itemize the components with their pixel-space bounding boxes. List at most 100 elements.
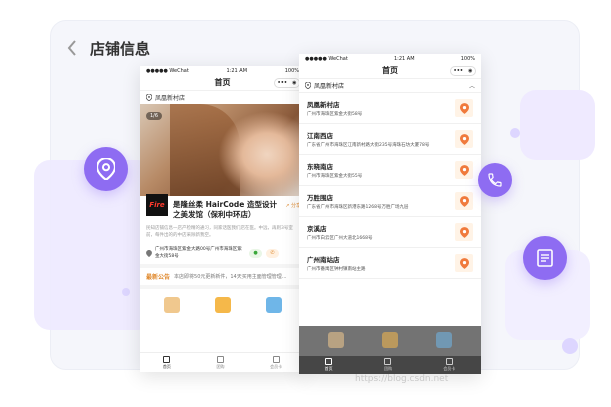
nav-bar: 首页 ••• ◉	[299, 63, 481, 79]
logo-text: Fire	[149, 201, 165, 209]
feature-icon-menu	[328, 332, 344, 348]
store-list: 凤凰新村店广州市海珠区紫金大街58号 江南西店广东省广州市海珠区江南新村路大街23…	[299, 93, 481, 279]
location-pin-icon	[146, 94, 152, 101]
store-info: 京溪店广州市白云区广州大道北1668号	[307, 223, 455, 242]
chevron-up-icon[interactable]: ︿	[469, 81, 475, 90]
shop-logo: Fire	[146, 194, 168, 216]
location-pin-icon	[97, 158, 115, 180]
store-map-button[interactable]	[455, 130, 473, 148]
store-map-button[interactable]	[455, 99, 473, 117]
location-pin-icon	[305, 82, 311, 89]
store-info: 广州南站店广州市番禺区钟村镇南站主路	[307, 254, 455, 273]
tab-groupbuy[interactable]: 团购	[216, 355, 224, 370]
store-address: 广州市白云区广州大道北1668号	[307, 235, 373, 241]
miniapp-capsule[interactable]: ••• ◉	[450, 66, 476, 76]
phone-icon[interactable]: ✆	[266, 248, 279, 258]
status-bar: ●●●●● WeChat 1:21 AM 100%	[140, 66, 305, 75]
nav-title: 首页	[214, 78, 231, 87]
map-pin-icon	[459, 133, 469, 145]
home-icon	[163, 355, 171, 363]
shop-address: 广州市海珠区紫金大路00号广州市海珠区紫金大街58号	[155, 247, 242, 259]
notice-text: 本店即将50元更新新件，14天买用主面管理管理...	[174, 274, 287, 280]
tab-label: 会员卡	[443, 366, 456, 371]
nav-title: 首页	[382, 66, 398, 75]
battery-text: 100%	[284, 67, 299, 74]
map-pin-icon	[459, 195, 469, 207]
location-name: 凤凰新村店	[155, 95, 186, 102]
store-address: 广东省广州市海珠区江南新村路大街235号海珠石坊大厦78号	[307, 142, 430, 148]
groupbuy-icon	[216, 355, 224, 363]
share-icon: ↗	[285, 203, 290, 209]
store-info: 江南西店广东省广州市海珠区江南新村路大街235号海珠石坊大厦78号	[307, 130, 455, 149]
map-pin-icon	[459, 102, 469, 114]
store-name: 江南西店	[307, 131, 333, 140]
tab-membercard[interactable]: 会员卡	[443, 358, 455, 372]
banner-face	[210, 104, 305, 196]
tab-membercard[interactable]: 会员卡	[270, 355, 282, 370]
tab-bar: 首页 团购 会员卡	[299, 356, 481, 374]
membercard-icon	[445, 358, 453, 365]
feature-icon-card[interactable]	[265, 297, 282, 313]
more-icon[interactable]: •••	[278, 80, 288, 86]
close-circle-icon[interactable]: ◉	[468, 68, 472, 74]
store-name: 凤凰新村店	[307, 100, 340, 109]
location-selector-open[interactable]: 凤凰新村店 ︿	[299, 79, 481, 93]
shop-banner-image[interactable]: 1/6	[140, 104, 305, 196]
phone-shop-detail: ●●●●● WeChat 1:21 AM 100% 首页 ••• ◉ 凤凰新村店…	[140, 66, 305, 372]
store-map-button[interactable]	[455, 223, 473, 241]
miniapp-capsule[interactable]: ••• ◉	[274, 78, 300, 88]
location-selector[interactable]: 凤凰新村店	[140, 91, 305, 104]
tab-home[interactable]: 首页	[162, 355, 171, 370]
phone-feature-badge	[478, 163, 512, 197]
notice-bar[interactable]: 最新公告 本店即将50元更新新件，14天买用主面管理管理...	[140, 264, 305, 285]
store-name: 广州南站店	[307, 255, 340, 264]
decor-dot	[122, 288, 130, 296]
address-pin-icon	[146, 249, 152, 257]
store-list-item[interactable]: 万胜围店 广东省广州市海珠区新港东路1268号万胜广场九层	[299, 186, 481, 217]
nav-bar: 首页 ••• ◉	[140, 75, 305, 91]
banner-pager: 1/6	[146, 112, 163, 120]
groupbuy-icon	[384, 358, 392, 365]
wechat-icon[interactable]: ●	[249, 248, 262, 258]
feature-grid	[140, 285, 305, 317]
map-pin-icon	[459, 257, 469, 269]
store-map-button[interactable]	[455, 192, 473, 210]
tab-label: 首页	[162, 363, 171, 369]
battery-text: 100%	[460, 55, 475, 62]
carrier-text: ●●●●● WeChat	[305, 55, 348, 62]
map-pin-icon	[459, 226, 469, 238]
shop-header: Fire 是隆丝柔 HairCode 造型设计之美发馆（保利中环店） ↗ 分享	[140, 194, 305, 222]
store-map-button[interactable]	[455, 254, 473, 272]
feature-icon-coupon	[382, 332, 398, 348]
close-circle-icon[interactable]: ◉	[292, 80, 296, 86]
decor-dot	[562, 338, 578, 354]
phone-icon	[488, 173, 502, 187]
store-list-item[interactable]: 京溪店广州市白云区广州大道北1668号	[299, 217, 481, 248]
store-list-item[interactable]: 东晓南店 广州市海珠区紫金大街55号	[299, 155, 481, 186]
feature-icon-coupon[interactable]	[214, 297, 231, 313]
feature-icon-menu[interactable]	[163, 297, 180, 313]
tab-home[interactable]: 首页	[325, 358, 333, 372]
store-address: 广东省广州市海珠区新港东路1268号万胜广场九层	[307, 204, 409, 210]
location-feature-badge	[84, 147, 128, 191]
tab-label: 首页	[324, 366, 333, 371]
store-map-button[interactable]	[455, 161, 473, 179]
store-address: 广州市海珠区紫金大街58号	[307, 111, 363, 117]
decor-card-top-right	[520, 90, 595, 160]
store-name: 京溪店	[307, 224, 327, 233]
home-icon	[325, 358, 333, 365]
more-icon[interactable]: •••	[454, 68, 464, 74]
document-feature-badge	[523, 236, 567, 280]
back-arrow-icon[interactable]	[66, 39, 78, 57]
feature-grid-dimmed	[299, 332, 481, 348]
carrier-text: ●●●●● WeChat	[146, 67, 189, 74]
store-list-item[interactable]: 凤凰新村店广州市海珠区紫金大街58号	[299, 93, 481, 124]
store-info: 凤凰新村店广州市海珠区紫金大街58号	[307, 99, 455, 118]
tab-groupbuy[interactable]: 团购	[384, 358, 392, 372]
store-address: 广州市海珠区紫金大街55号	[307, 173, 363, 179]
store-address: 广州市番禺区钟村镇南站主路	[307, 266, 366, 272]
tab-bar: 首页 团购 会员卡	[140, 352, 305, 372]
notice-tag: 最新公告	[146, 274, 171, 281]
store-list-item[interactable]: 广州南站店广州市番禺区钟村镇南站主路	[299, 248, 481, 279]
store-list-item[interactable]: 江南西店广东省广州市海珠区江南新村路大街235号海珠石坊大厦78号	[299, 124, 481, 155]
